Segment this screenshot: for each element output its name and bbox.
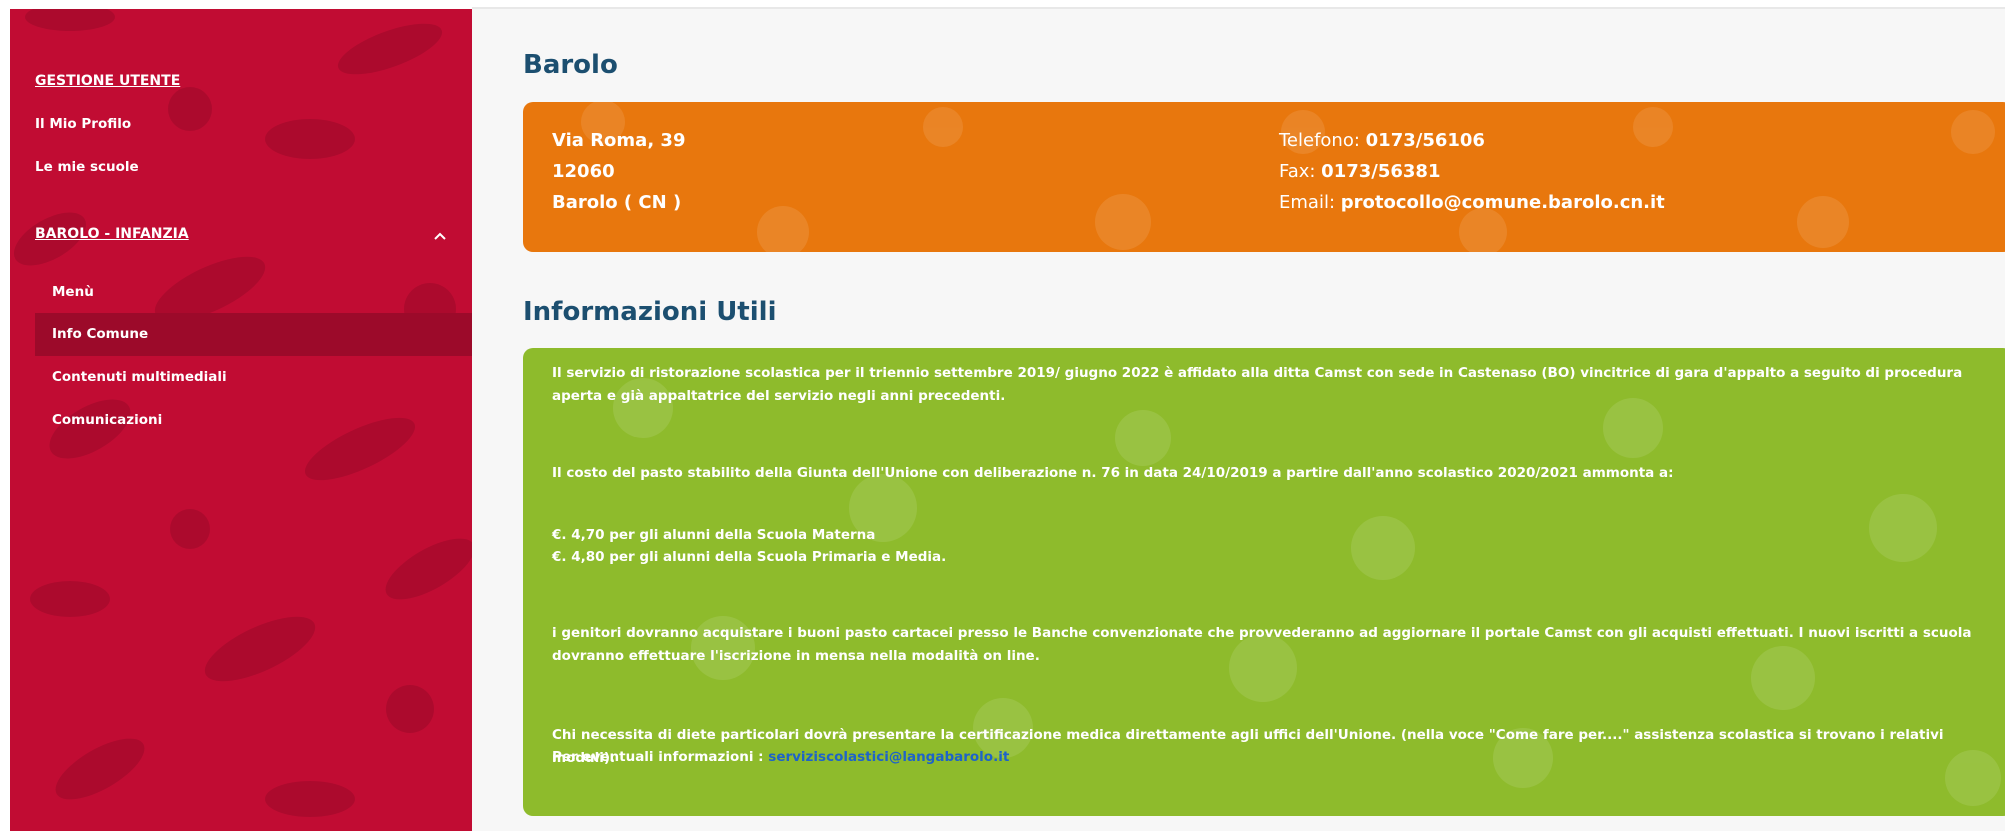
- address-card: Via Roma, 39 12060 Barolo ( CN ) Telefon…: [523, 102, 2005, 252]
- sidebar-item-label: Menù: [52, 284, 94, 300]
- info-contact-line: Per eventuali informazioni : serviziscol…: [552, 746, 1997, 769]
- info-price-primaria: €. 4,80 per gli alunni della Scuola Prim…: [552, 549, 947, 565]
- sidebar-item-info-comune[interactable]: Info Comune: [35, 313, 472, 356]
- email-label: Email:: [1279, 192, 1341, 213]
- contact-email: Email: protocollo@comune.barolo.cn.it: [1279, 192, 1665, 213]
- sidebar: GESTIONE UTENTE Il Mio Profilo Le mie sc…: [10, 9, 472, 831]
- sidebar-item-profile[interactable]: Il Mio Profilo: [35, 116, 131, 132]
- address-city: Barolo ( CN ): [552, 192, 682, 213]
- info-paragraph-vouchers: i genitori dovranno acquistare i buoni p…: [552, 625, 1972, 664]
- info-paragraph-service: Il servizio di ristorazione scolastica p…: [552, 365, 1963, 404]
- info-email-link[interactable]: serviziscolastici@langabarolo.it: [768, 749, 1009, 765]
- sidebar-item-label: Contenuti multimediali: [52, 369, 227, 385]
- contact-fax: Fax: 0173/56381: [1279, 161, 1440, 182]
- phone-value: 0173/56106: [1365, 130, 1485, 151]
- address-street: Via Roma, 39: [552, 130, 686, 151]
- sidebar-item-communications[interactable]: Comunicazioni: [10, 399, 472, 442]
- sidebar-item-label: Info Comune: [52, 326, 149, 342]
- contact-phone: Telefono: 0173/56106: [1279, 130, 1485, 151]
- address-zip: 12060: [552, 161, 615, 182]
- phone-label: Telefono:: [1279, 130, 1366, 151]
- section-user-heading[interactable]: GESTIONE UTENTE: [35, 73, 180, 89]
- fax-value: 0173/56381: [1321, 161, 1441, 182]
- info-price-materna: €. 4,70 per gli alunni della Scuola Mate…: [552, 527, 876, 543]
- sidebar-item-multimedia[interactable]: Contenuti multimediali: [10, 356, 472, 399]
- sidebar-item-schools[interactable]: Le mie scuole: [35, 159, 139, 175]
- email-value[interactable]: protocollo@comune.barolo.cn.it: [1341, 192, 1665, 213]
- chevron-up-icon[interactable]: [433, 231, 447, 241]
- section-title-info: Informazioni Utili: [523, 297, 777, 327]
- info-paragraph-cost: Il costo del pasto stabilito della Giunt…: [552, 465, 1674, 481]
- info-contact-label: Per eventuali informazioni :: [552, 749, 769, 765]
- fax-label: Fax:: [1279, 161, 1322, 182]
- address-card-pattern: [581, 102, 1995, 252]
- page-title: Barolo: [523, 50, 618, 80]
- section-school-heading[interactable]: BAROLO - INFANZIA: [35, 226, 189, 242]
- sidebar-item-label: Comunicazioni: [52, 412, 163, 428]
- info-card: Il servizio di ristorazione scolastica p…: [523, 348, 2005, 816]
- sidebar-item-menu[interactable]: Menù: [10, 271, 472, 314]
